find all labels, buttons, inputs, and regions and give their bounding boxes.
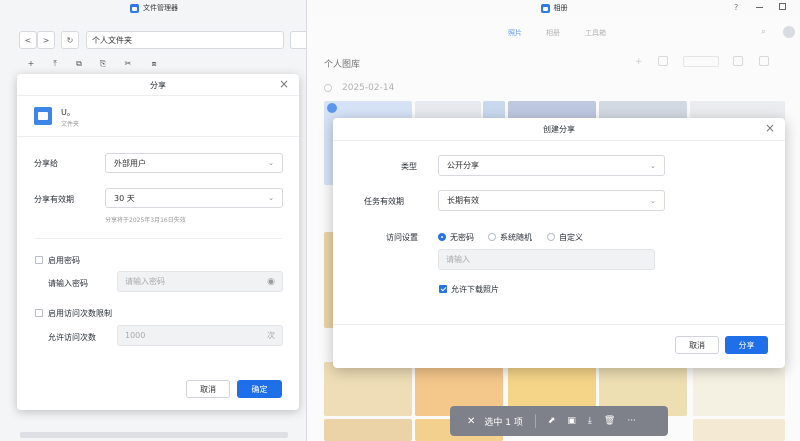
eye-icon[interactable]: ◉ (267, 277, 275, 287)
divider (534, 414, 536, 428)
divider (333, 324, 785, 325)
folder-type: 文件夹 (61, 121, 80, 128)
create-share-title: 创建分享 (543, 125, 575, 134)
forward-button[interactable]: > (37, 31, 55, 49)
divider (34, 238, 282, 239)
password-input[interactable]: 请输入 (438, 249, 655, 270)
photos-titlebar: 相册 (307, 0, 800, 16)
type-value: 公开分享 (447, 161, 479, 170)
validity-value: 30 天 (114, 193, 135, 203)
new-icon[interactable]: + (24, 58, 38, 70)
folder-name: U。 (61, 108, 75, 117)
folder-app-icon (130, 3, 139, 13)
share-dialog-title: 分享 (150, 81, 166, 90)
radio-custom-label: 自定义 (559, 233, 583, 242)
allowed-count-label: 允许访问次数 (48, 333, 96, 342)
minimize-icon[interactable] (756, 7, 763, 8)
folder-icon (34, 107, 52, 125)
paste-icon[interactable]: ⎘ (96, 58, 110, 70)
photos-title: 相册 (553, 4, 568, 12)
confirm-button[interactable]: 确定 (237, 380, 282, 398)
allowed-count-input[interactable]: 1000 次 (117, 325, 283, 346)
validity-value: 长期有效 (447, 196, 479, 205)
more-icon[interactable]: ··· (627, 416, 636, 426)
enable-password-checkbox[interactable] (35, 256, 43, 264)
open-external-icon[interactable]: ⬈ (548, 416, 556, 426)
radio-custom[interactable] (547, 233, 555, 241)
type-select[interactable]: 公开分享 ⌄ (438, 155, 665, 176)
file-manager-title: 文件管理器 (143, 4, 178, 12)
allow-download-label: 允许下载照片 (451, 285, 499, 294)
divider (17, 136, 299, 137)
create-share-dialog: 创建分享 × 类型 公开分享 ⌄ 任务有效期 长期有效 ⌄ 访问设置 无密码 系… (333, 118, 785, 368)
chevron-down-icon: ⌄ (650, 161, 656, 170)
validity-label: 分享有效期 (34, 195, 74, 204)
selection-toolbar: ✕ 选中 1 项 ⬈ ▣ ⤓ 🗑 ··· (450, 406, 668, 436)
cancel-button[interactable]: 取消 (186, 380, 230, 398)
maximize-icon[interactable] (779, 3, 786, 10)
radio-no-password[interactable] (438, 233, 446, 241)
chevron-down-icon: ⌄ (268, 159, 274, 167)
chevron-down-icon: ⌄ (650, 196, 656, 205)
enable-access-limit-checkbox[interactable] (35, 309, 43, 317)
validity-label: 任务有效期 (364, 197, 404, 206)
input-placeholder: 请输入 (446, 255, 470, 264)
close-selection-icon[interactable]: ✕ (467, 416, 475, 427)
file-manager-titlebar: 文件管理器 (0, 0, 308, 16)
horizontal-scrollbar[interactable] (20, 432, 288, 438)
share-to-select[interactable]: 外部用户 ⌄ (105, 153, 283, 173)
close-icon[interactable]: × (279, 77, 289, 91)
chevron-down-icon: ⌄ (268, 194, 274, 202)
share-dialog: 分享 × U。 文件夹 分享给 外部用户 ⌄ 分享有效期 30 天 ⌄ 分享将于… (17, 74, 299, 410)
back-button[interactable]: < (19, 31, 37, 49)
radio-system-random[interactable] (488, 233, 496, 241)
upload-icon[interactable]: ⤒ (48, 58, 62, 70)
copy-icon[interactable]: ⧉ (72, 58, 86, 70)
delete-icon[interactable]: 🗑 (604, 416, 615, 426)
type-label: 类型 (401, 162, 417, 171)
share-to-value: 外部用户 (114, 158, 146, 168)
enable-password-label: 启用密码 (48, 256, 80, 265)
allow-download-checkbox[interactable] (439, 285, 447, 293)
download-icon[interactable]: ⤓ (588, 416, 592, 426)
radio-system-random-label: 系统随机 (500, 233, 532, 242)
validity-select[interactable]: 30 天 ⌄ (105, 188, 283, 208)
share-to-label: 分享给 (34, 159, 58, 168)
enable-access-limit-label: 启用访问次数限制 (48, 309, 112, 318)
photos-app-icon (540, 3, 550, 13)
password-placeholder: 请输入密码 (125, 277, 165, 286)
password-input[interactable]: 请输入密码 ◉ (117, 271, 283, 292)
share-button[interactable]: 分享 (725, 336, 768, 354)
path-input[interactable]: 个人文件夹 (86, 31, 284, 49)
refresh-button[interactable]: ↻ (61, 31, 79, 49)
divider (333, 140, 785, 141)
share-dialog-header: 分享 × (17, 74, 299, 96)
validity-select[interactable]: 长期有效 ⌄ (438, 190, 665, 211)
selection-count: 选中 1 项 (484, 417, 523, 428)
expiry-note: 分享将于2025年3月16日失效 (105, 217, 186, 224)
properties-icon[interactable]: ⧈ (147, 58, 161, 70)
access-label: 访问设置 (386, 233, 418, 242)
cut-icon[interactable]: ✂ (121, 58, 135, 70)
cancel-button[interactable]: 取消 (675, 336, 719, 354)
allowed-count-unit: 次 (267, 331, 275, 340)
allowed-count-value: 1000 (125, 331, 146, 340)
radio-no-password-label: 无密码 (450, 233, 474, 242)
password-label: 请输入密码 (48, 279, 88, 288)
help-icon[interactable]: ? (734, 3, 738, 12)
image-icon[interactable]: ▣ (567, 416, 576, 426)
close-icon[interactable]: × (765, 121, 775, 135)
